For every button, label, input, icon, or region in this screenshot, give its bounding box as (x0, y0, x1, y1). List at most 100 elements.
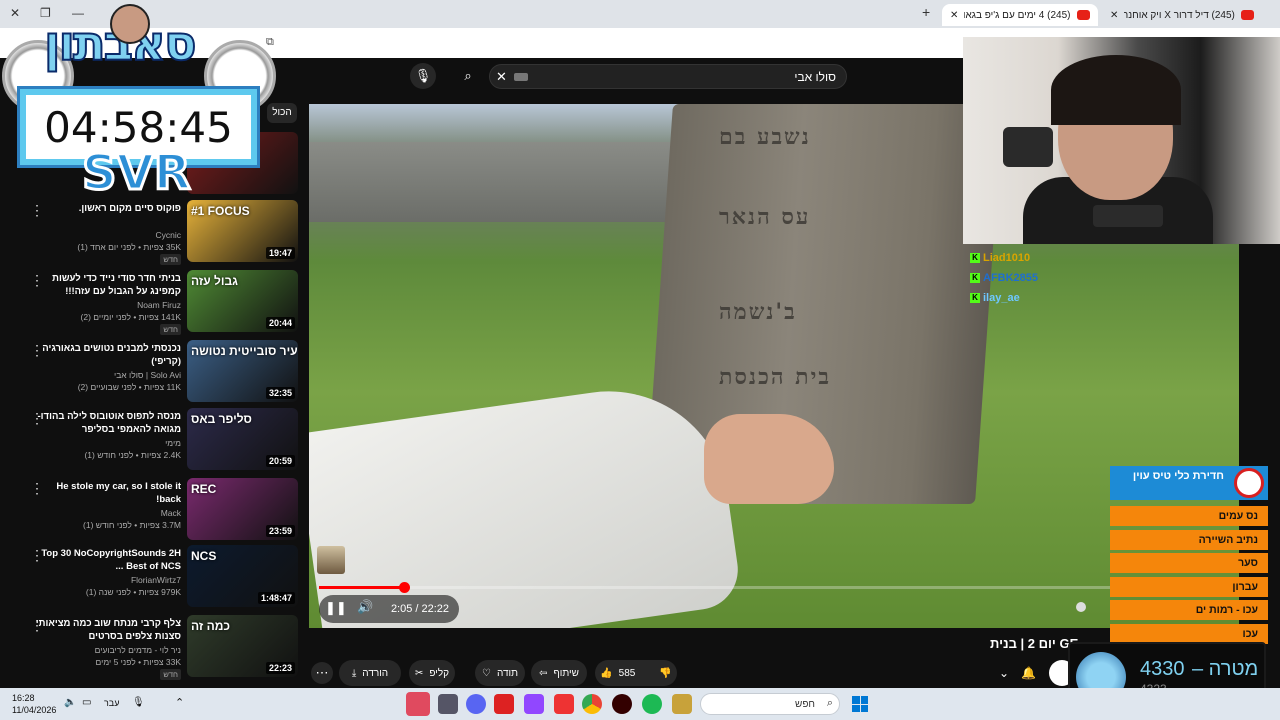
app-icon[interactable] (494, 694, 514, 714)
chat-username: Liad1010 (983, 252, 1031, 264)
recommendation-item[interactable]: NCS 1:48:47 ⋮ Top 30 NoCopyrightSounds 2H B… (0, 545, 305, 611)
app-icon[interactable] (554, 694, 574, 714)
taskbar-search[interactable]: חפש ⌕ (700, 693, 840, 715)
volume-icon[interactable]: 🔊 (357, 599, 373, 615)
tab-active[interactable]: (245) 4 ימים עם ג'יפ בגאור ✕ (942, 4, 1098, 26)
stream-chat: K Liad1010 K AFBK2855 K ilay_ae (970, 248, 1110, 308)
recommendation-item[interactable]: סליפר באס 20:59 ⋮ מנסה לתפוס אוטובוס לילה ב… (0, 408, 305, 474)
dislike-icon[interactable]: 👎 (659, 668, 671, 679)
tab-label: (245) דיל דרור X ויק אוחנה - יו (1124, 9, 1235, 21)
chrome-icon[interactable] (582, 694, 602, 714)
new-tab-button[interactable]: + (922, 4, 930, 20)
app-icon[interactable] (438, 694, 458, 714)
chat-username: ilay_ae (983, 292, 1020, 304)
volume-icon[interactable]: 🔈 (64, 697, 76, 708)
thumbnail-label: NCS (191, 549, 217, 563)
taskbar-clock[interactable]: 16:28 11/04/2026 (12, 692, 56, 716)
video-title[interactable]: He stole my car, so I stole it back! (31, 480, 181, 506)
channel-name[interactable]: Solo Avi | סולו אבי (114, 370, 181, 380)
alert-list-item: עברון (1110, 576, 1268, 597)
search-icon: ⌕ (464, 68, 472, 83)
channel-name[interactable]: Noam Firuz (137, 300, 181, 310)
channel-name[interactable]: Cycnic (155, 230, 181, 240)
tab-inactive[interactable]: (245) דיל דרור X ויק אוחנה - יו ✕ (1102, 4, 1262, 26)
spotify-icon[interactable] (642, 694, 662, 714)
obs-icon[interactable] (612, 694, 632, 714)
channel-name[interactable]: ניר לוי - מדמים לריבועים (95, 645, 181, 655)
scissors-icon: ✂ (414, 667, 424, 679)
chat-message: K ilay_ae (970, 288, 1110, 308)
thumbnail-label: גבול עזה (191, 274, 238, 288)
video-thumbnail[interactable]: כמה זה 22:23 (187, 615, 298, 677)
video-title[interactable]: פוקוס סיים מקום ראשון. (31, 202, 181, 215)
keyboard-icon[interactable] (514, 73, 528, 81)
heart-dollar-icon: ♡ (481, 667, 491, 679)
video-title[interactable]: מנסה לתפוס אוטובוס לילה בהודו- מגואה להא… (31, 410, 181, 436)
recommendation-item[interactable]: עיר סובייטית נטושה 32:35 ⋮ נכנסתי למבנים נט… (0, 340, 305, 406)
tray-chevron-icon[interactable]: ⌃ (175, 696, 184, 709)
channel-name[interactable]: FlorianWirtz7 (131, 575, 181, 585)
pause-icon[interactable]: ❚❚ (325, 600, 347, 616)
chat-message: K AFBK2855 (970, 268, 1110, 288)
video-scene-arm (309, 375, 743, 628)
tab-close-icon[interactable]: ✕ (950, 10, 958, 21)
clear-search-icon[interactable]: ✕ (496, 69, 507, 85)
download-button[interactable]: הורדה ⤓ (339, 660, 401, 686)
recommendation-item[interactable]: #1 FOCUS 19:47 ⋮ פוקוס סיים מקום ראשון. Cycn… (0, 200, 305, 266)
recommendation-item[interactable]: כמה זה 22:23 ⋮ צלף קרבי מנתח שוב כמה מציאות… (0, 615, 305, 681)
video-thumbnail[interactable]: REC 23:59 (187, 478, 298, 540)
notifications-bell-icon[interactable]: 🔔 (1021, 666, 1036, 680)
thumbnail-label: #1 FOCUS (191, 204, 250, 218)
video-title: GE יום 2 | בנית (990, 636, 1078, 651)
share-button[interactable]: שיתוף ⇦ (531, 660, 587, 686)
progress-bar[interactable] (319, 582, 1229, 593)
discord-icon[interactable] (466, 694, 486, 714)
search-input[interactable]: ✕ סולו אבי (489, 64, 847, 89)
voice-search-button[interactable]: 🎙 (410, 63, 436, 89)
recommendation-item[interactable]: גבול עזה 20:44 ⋮ בניתי חדר סודי נייד כדי לע… (0, 270, 305, 336)
youtube-favicon-icon (1240, 10, 1254, 20)
file-explorer-icon[interactable] (672, 694, 692, 714)
network-icon[interactable]: ▭ (82, 697, 91, 708)
cast-icon[interactable]: ⧉ (266, 36, 274, 49)
thumbnail-label: עיר סובייטית נטושה (191, 344, 298, 358)
search-button[interactable]: ⌕ (455, 63, 481, 89)
recommendation-item[interactable]: REC 23:59 ⋮ He stole my car, so I stole it … (0, 478, 305, 544)
video-thumbnail[interactable]: סליפר באס 20:59 (187, 408, 298, 470)
video-thumbnail[interactable]: NCS 1:48:47 (187, 545, 298, 607)
progress-scrubber[interactable] (398, 582, 410, 593)
new-badge: חדש (160, 254, 181, 265)
channel-name[interactable]: מימי (165, 438, 181, 448)
language-indicator[interactable]: עבר (104, 698, 119, 708)
video-title[interactable]: בניתי חדר סודי נייד כדי לעשות קמפינג על … (31, 272, 181, 298)
close-window-icon[interactable]: ✕ (10, 6, 20, 20)
thanks-button[interactable]: תודה ♡ (475, 660, 525, 686)
chevron-down-icon[interactable]: ⌄ (999, 666, 1009, 680)
channel-name[interactable]: Mack (161, 508, 181, 518)
new-badge: חדש (160, 669, 181, 680)
time-display: 2:05 / 22:22 (390, 603, 450, 615)
video-thumbnail[interactable]: גבול עזה 20:44 (187, 270, 298, 332)
tab-close-icon[interactable]: ✕ (1110, 10, 1118, 21)
search-query-text: סולו אבי (794, 70, 836, 84)
app-icon-active[interactable] (406, 692, 430, 716)
video-title[interactable]: Top 30 NoCopyrightSounds 2H Best of NCS … (31, 547, 181, 573)
progress-bar-fill (319, 586, 404, 589)
microphone-tray-icon[interactable]: 🎙 (132, 697, 145, 708)
download-label: הורדה (362, 667, 389, 679)
video-title[interactable]: צלף קרבי מנתח שוב כמה מציאותי סצנות צלפי… (31, 617, 181, 643)
alert-logo-icon (1234, 468, 1264, 498)
search-icon: ⌕ (826, 697, 833, 709)
taskbar-date: 11/04/2026 (12, 705, 57, 715)
autoplay-toggle[interactable] (1076, 602, 1086, 612)
alert-list-item: נס עמים (1110, 506, 1268, 526)
video-thumbnail[interactable]: עיר סובייטית נטושה 32:35 (187, 340, 298, 402)
clip-button[interactable]: קליפ ✂ (409, 660, 455, 686)
video-title[interactable]: נכנסתי למבנים נטושים בגאורגיה (קריפי) (31, 342, 181, 368)
channel-watermark[interactable] (317, 546, 345, 574)
like-icon[interactable]: 👍 (600, 668, 612, 679)
video-thumbnail[interactable]: #1 FOCUS 19:47 (187, 200, 298, 262)
app-icon[interactable] (524, 694, 544, 714)
goal-value: 4330 (1140, 658, 1185, 680)
windows-start-icon[interactable] (852, 696, 868, 712)
